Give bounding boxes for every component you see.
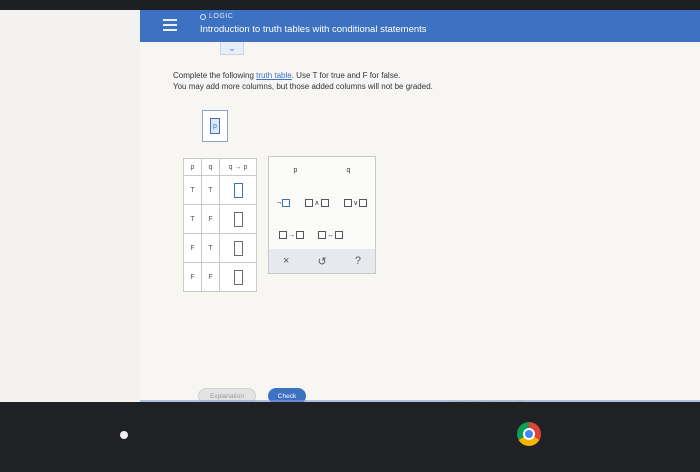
cell-p: T — [183, 204, 202, 234]
truth-table-link[interactable]: truth table — [256, 71, 292, 80]
add-variable-button[interactable]: p — [202, 110, 228, 142]
palette-negation-button[interactable]: ¬ — [277, 199, 290, 207]
cell-q: F — [201, 204, 220, 234]
palette-q-button[interactable]: q — [347, 167, 351, 174]
header-q-implies-p: q → p — [219, 158, 257, 176]
header-p: p — [183, 158, 202, 176]
instruction-line-1: Complete the following truth table. Use … — [173, 71, 401, 80]
truth-table-header: p q q → p — [183, 158, 257, 176]
table-row: F T — [183, 233, 257, 263]
instructions: Complete the following truth table. Use … — [173, 70, 433, 92]
monitor-bezel — [0, 0, 700, 10]
palette-p-button[interactable]: p — [294, 167, 298, 174]
cell-p: T — [183, 175, 202, 205]
answer-input[interactable] — [233, 240, 243, 256]
launcher-icon[interactable] — [120, 431, 128, 439]
variable-symbol: p — [210, 118, 220, 134]
instruction-line-2: You may add more columns, but those adde… — [173, 82, 433, 91]
table-row: F F — [183, 262, 257, 292]
aleks-app: LOGIC Introduction to truth tables with … — [140, 10, 700, 402]
left-margin — [0, 10, 150, 402]
clear-icon[interactable]: × — [283, 255, 289, 267]
cell-q: F — [201, 262, 220, 292]
palette-iff-button[interactable]: ↔ — [318, 231, 343, 239]
symbol-palette: p q ¬ ∧ ∨ → ↔ × ↺ ? — [268, 156, 376, 274]
topic-circle-icon — [200, 13, 206, 20]
collapse-chevron-icon[interactable]: ⌄ — [220, 42, 244, 55]
undo-icon[interactable]: ↺ — [318, 255, 327, 268]
cell-q: T — [201, 175, 220, 205]
cell-q: T — [201, 233, 220, 263]
table-row: T F — [183, 204, 257, 234]
topic-text: LOGIC — [209, 13, 234, 20]
table-row: T T — [183, 175, 257, 205]
menu-icon[interactable] — [160, 16, 180, 36]
cell-p: F — [183, 262, 202, 292]
palette-and-button[interactable]: ∧ — [305, 199, 329, 207]
header-bar: LOGIC Introduction to truth tables with … — [140, 10, 700, 42]
os-taskbar — [0, 402, 700, 472]
page-title: Introduction to truth tables with condit… — [200, 24, 427, 35]
header-q: q — [201, 158, 220, 176]
help-icon[interactable]: ? — [355, 255, 361, 267]
answer-input[interactable] — [233, 211, 243, 227]
cell-p: F — [183, 233, 202, 263]
chrome-icon[interactable] — [517, 422, 541, 446]
truth-table: p q q → p T T T F F T F F — [183, 158, 257, 292]
palette-implies-button[interactable]: → — [279, 231, 304, 239]
answer-input[interactable] — [233, 269, 243, 285]
answer-input[interactable] — [233, 182, 243, 198]
palette-or-button[interactable]: ∨ — [344, 199, 368, 207]
palette-actions: × ↺ ? — [269, 249, 375, 273]
topic-label: LOGIC — [200, 13, 233, 20]
